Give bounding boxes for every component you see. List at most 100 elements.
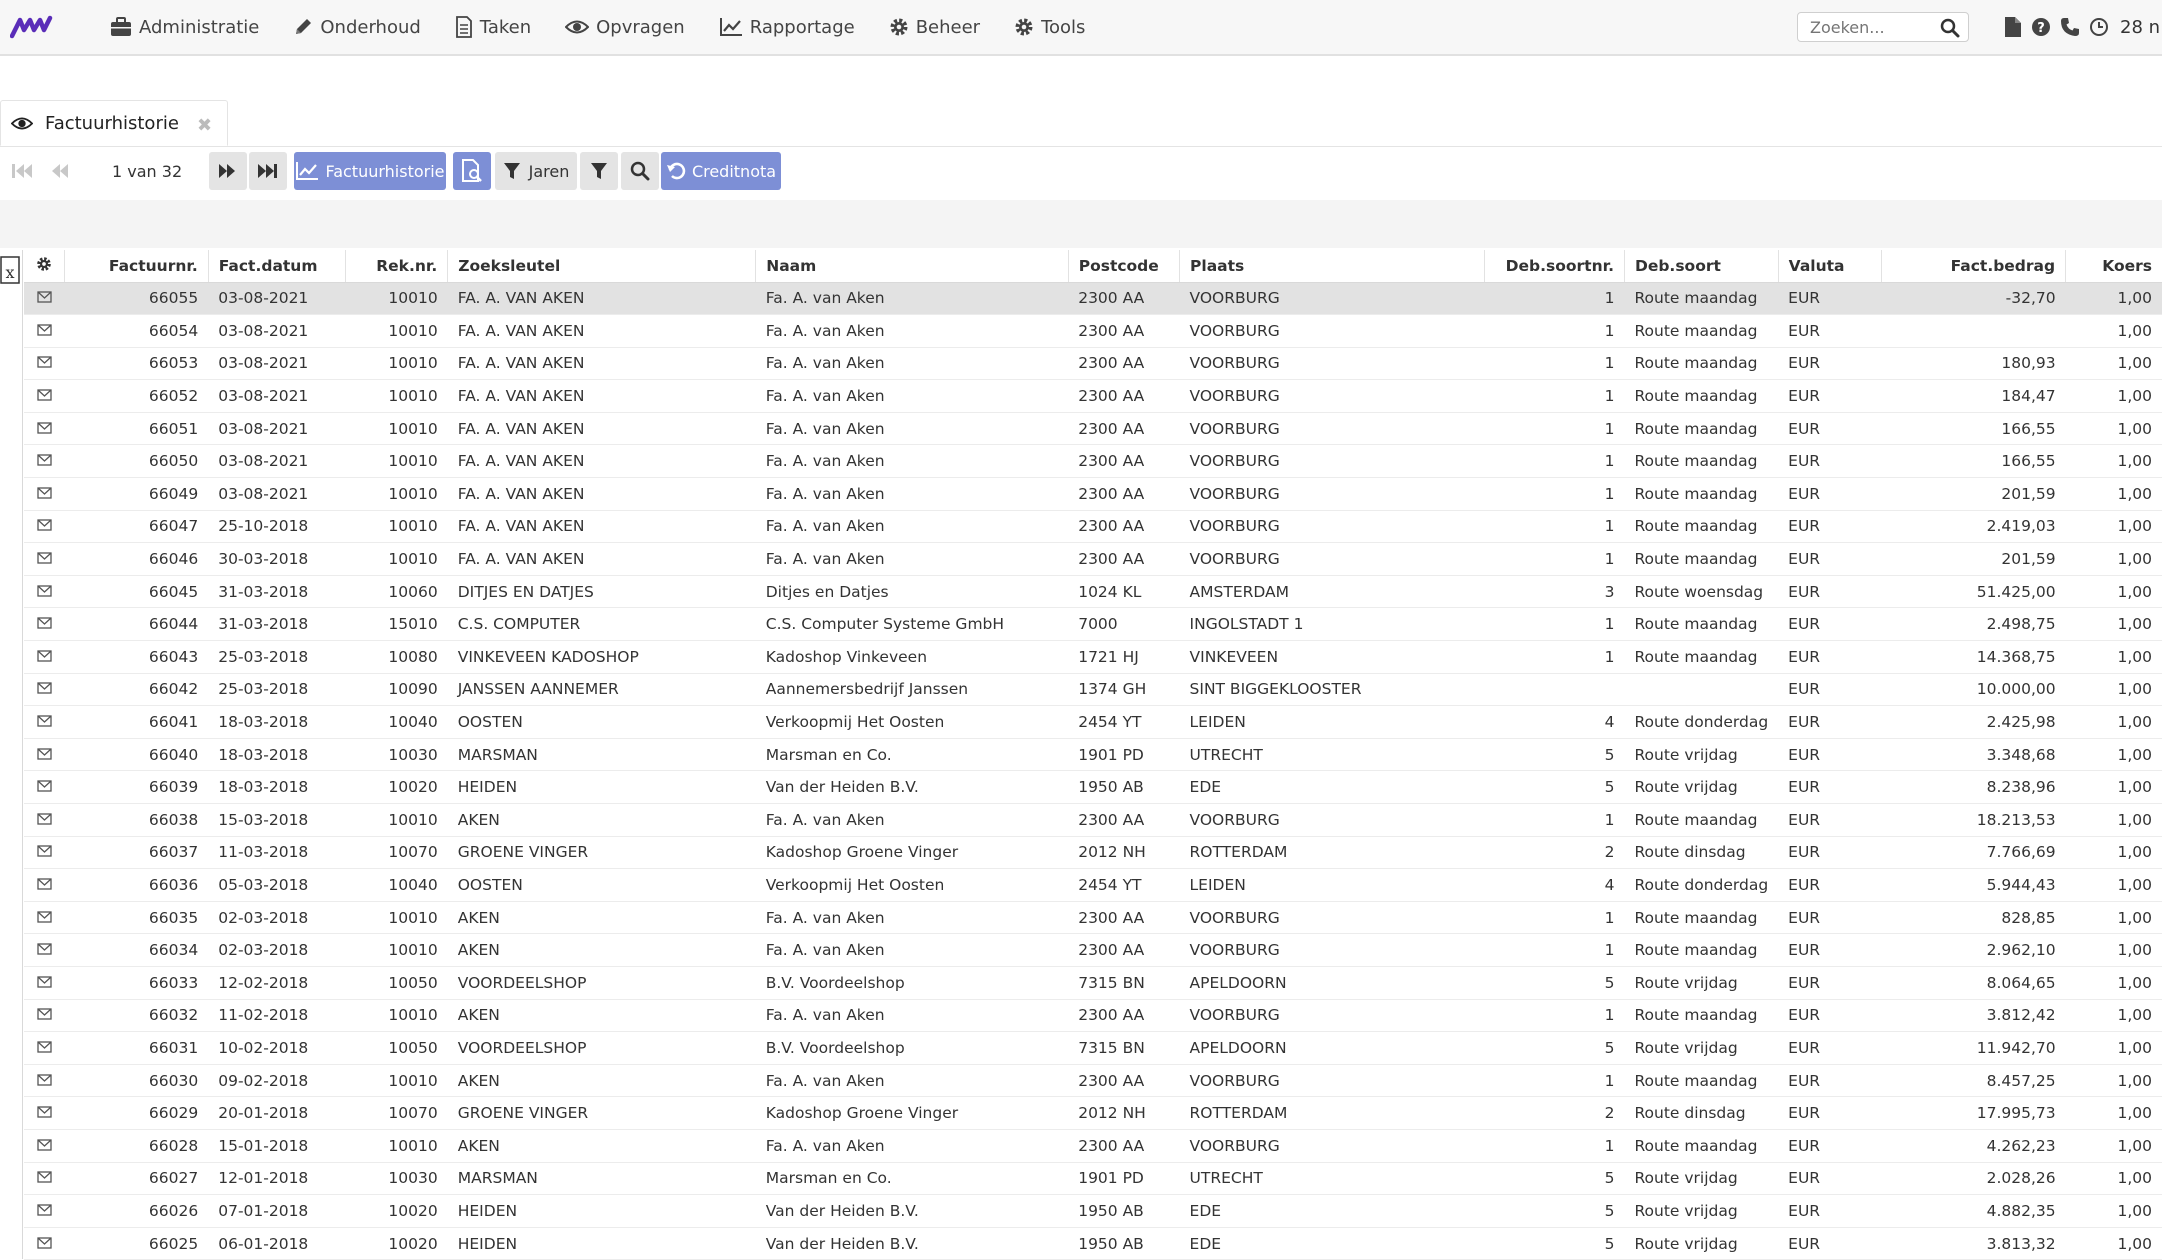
- tab-factuurhistorie[interactable]: Factuurhistorie ✖: [0, 100, 228, 146]
- email-invoice-cell[interactable]: [24, 314, 65, 348]
- search-button[interactable]: [621, 152, 659, 190]
- email-invoice-cell[interactable]: [24, 542, 65, 576]
- table-row[interactable]: 66043 25-03-2018 10080 VINKEVEEN KADOSHOP Ka…: [24, 640, 2162, 674]
- email-invoice-cell[interactable]: [24, 640, 65, 674]
- column-header-factuurnr[interactable]: Factuurnr.: [64, 250, 209, 283]
- email-invoice-cell[interactable]: [24, 282, 65, 316]
- column-header-postcode[interactable]: Postcode: [1068, 250, 1181, 283]
- email-invoice-cell[interactable]: [24, 1064, 65, 1098]
- last-page-button[interactable]: [249, 152, 287, 190]
- email-invoice-cell[interactable]: [24, 347, 65, 381]
- next-page-button[interactable]: [209, 152, 247, 190]
- column-header-deb-soort[interactable]: Deb.soort: [1624, 250, 1779, 283]
- menu-tools[interactable]: Tools: [1014, 17, 1085, 38]
- column-header-fact-bedrag[interactable]: Fact.bedrag: [1881, 250, 2067, 283]
- table-row[interactable]: 66031 10-02-2018 10050 VOORDEELSHOP B.V. Voo…: [24, 1031, 2162, 1065]
- column-header-koers[interactable]: Koers: [2065, 250, 2162, 283]
- table-row[interactable]: 66027 12-01-2018 10030 MARSMAN Marsman en Co…: [24, 1162, 2162, 1196]
- table-row[interactable]: 66028 15-01-2018 10010 AKEN Fa. A. van Aken 2…: [24, 1129, 2162, 1163]
- phone-icon[interactable]: [2060, 17, 2080, 37]
- menu-administratie[interactable]: Administratie: [110, 17, 259, 38]
- table-row[interactable]: 66041 18-03-2018 10040 OOSTEN Verkoopmij Het…: [24, 705, 2162, 739]
- email-invoice-cell[interactable]: [24, 575, 65, 609]
- table-row[interactable]: 66026 07-01-2018 10020 HEIDEN Van der Heiden…: [24, 1194, 2162, 1228]
- cell-valuta: EUR: [1778, 673, 1882, 707]
- menu-opvragen[interactable]: Opvragen: [565, 17, 685, 38]
- excel-export-icon[interactable]: x: [0, 256, 20, 284]
- email-invoice-cell[interactable]: [24, 770, 65, 804]
- search-icon[interactable]: [1940, 18, 1960, 38]
- table-row[interactable]: 66030 09-02-2018 10010 AKEN Fa. A. van Aken 2…: [24, 1064, 2162, 1098]
- email-invoice-cell[interactable]: [24, 1129, 65, 1163]
- email-invoice-cell[interactable]: [24, 836, 65, 870]
- email-invoice-cell[interactable]: [24, 379, 65, 413]
- menu-rapportage[interactable]: Rapportage: [719, 17, 855, 38]
- table-row[interactable]: 66047 25-10-2018 10010 FA. A. VAN AKEN Fa. A…: [24, 510, 2162, 544]
- email-invoice-cell[interactable]: [24, 933, 65, 967]
- table-row[interactable]: 66051 03-08-2021 10010 FA. A. VAN AKEN Fa. A…: [24, 412, 2162, 446]
- email-invoice-cell[interactable]: [24, 1162, 65, 1196]
- table-row[interactable]: 66039 18-03-2018 10020 HEIDEN Van der Heiden…: [24, 770, 2162, 804]
- first-page-button[interactable]: [6, 152, 38, 190]
- email-invoice-cell[interactable]: [24, 705, 65, 739]
- table-row[interactable]: 66037 11-03-2018 10070 GROENE VINGER Kadosho…: [24, 836, 2162, 870]
- email-invoice-cell[interactable]: [24, 1031, 65, 1065]
- menu-taken[interactable]: Taken: [455, 16, 531, 38]
- table-row[interactable]: 66054 03-08-2021 10010 FA. A. VAN AKEN Fa. A…: [24, 314, 2162, 348]
- menu-beheer[interactable]: Beheer: [889, 17, 980, 38]
- table-row[interactable]: 66050 03-08-2021 10010 FA. A. VAN AKEN Fa. A…: [24, 444, 2162, 479]
- email-invoice-cell[interactable]: [24, 1194, 65, 1228]
- app-logo[interactable]: [10, 14, 56, 40]
- column-header-naam[interactable]: Naam: [755, 250, 1069, 283]
- table-row[interactable]: 66040 18-03-2018 10030 MARSMAN Marsman en Co…: [24, 738, 2162, 772]
- table-row[interactable]: 66053 03-08-2021 10010 FA. A. VAN AKEN Fa. A…: [24, 347, 2162, 381]
- email-invoice-cell[interactable]: [24, 738, 65, 772]
- table-row[interactable]: 66052 03-08-2021 10010 FA. A. VAN AKEN Fa. A…: [24, 379, 2162, 413]
- table-row[interactable]: 66029 20-01-2018 10070 GROENE VINGER Kadosho…: [24, 1096, 2162, 1130]
- email-invoice-cell[interactable]: [24, 510, 65, 544]
- report-factuurhistorie-button[interactable]: Factuurhistorie: [294, 152, 446, 190]
- email-invoice-cell[interactable]: [24, 901, 65, 935]
- email-invoice-cell[interactable]: [24, 966, 65, 1000]
- column-header-valuta[interactable]: Valuta: [1778, 250, 1882, 283]
- table-row[interactable]: 66034 02-03-2018 10010 AKEN Fa. A. van Aken 2…: [24, 933, 2162, 967]
- table-row[interactable]: 66055 03-08-2021 10010 FA. A. VAN AKEN Fa. A…: [24, 282, 2162, 316]
- column-header-plaats[interactable]: Plaats: [1179, 250, 1485, 283]
- email-invoice-cell[interactable]: [24, 477, 65, 511]
- table-row[interactable]: 66044 31-03-2018 15010 C.S. COMPUTER C.S. Co…: [24, 607, 2162, 642]
- table-row[interactable]: 66046 30-03-2018 10010 FA. A. VAN AKEN Fa. A…: [24, 542, 2162, 576]
- email-invoice-cell[interactable]: [24, 868, 65, 902]
- column-header-zoeksleutel[interactable]: Zoeksleutel: [447, 250, 757, 283]
- table-row[interactable]: 66032 11-02-2018 10010 AKEN Fa. A. van Aken 2…: [24, 999, 2162, 1033]
- column-header-fact-datum[interactable]: Fact.datum: [208, 250, 346, 283]
- table-row[interactable]: 66033 12-02-2018 10050 VOORDEELSHOP B.V. Voo…: [24, 966, 2162, 1000]
- menu-onderhoud[interactable]: Onderhoud: [293, 17, 421, 38]
- years-filter-button[interactable]: Jaren: [495, 152, 577, 190]
- file-icon[interactable]: [2004, 16, 2022, 38]
- previous-page-button[interactable]: [44, 152, 76, 190]
- column-header-rek-nr[interactable]: Rek.nr.: [345, 250, 449, 283]
- table-row[interactable]: 66038 15-03-2018 10010 AKEN Fa. A. van Aken 2…: [24, 803, 2162, 837]
- email-invoice-cell[interactable]: [24, 673, 65, 707]
- email-invoice-cell[interactable]: [24, 1227, 65, 1260]
- search-input[interactable]: [1808, 17, 1932, 38]
- help-icon[interactable]: ?: [2031, 17, 2051, 37]
- document-preview-button[interactable]: [453, 152, 491, 190]
- email-invoice-cell[interactable]: [24, 1096, 65, 1130]
- table-row[interactable]: 66025 06-01-2018 10020 HEIDEN Van der Heiden…: [24, 1227, 2162, 1260]
- close-tab-icon[interactable]: ✖: [197, 115, 212, 136]
- table-row[interactable]: 66035 02-03-2018 10010 AKEN Fa. A. van Aken 2…: [24, 901, 2162, 935]
- email-invoice-cell[interactable]: [24, 803, 65, 837]
- table-row[interactable]: 66036 05-03-2018 10040 OOSTEN Verkoopmij Het…: [24, 868, 2162, 902]
- email-invoice-cell[interactable]: [24, 444, 65, 479]
- table-row[interactable]: 66049 03-08-2021 10010 FA. A. VAN AKEN Fa. A…: [24, 477, 2162, 511]
- table-row[interactable]: 66045 31-03-2018 10060 DITJES EN DATJES Ditj…: [24, 575, 2162, 609]
- email-invoice-cell[interactable]: [24, 607, 65, 642]
- email-invoice-cell[interactable]: [24, 412, 65, 446]
- column-header-deb-soortnr[interactable]: Deb.soortnr.: [1484, 250, 1625, 283]
- creditnota-button[interactable]: Creditnota: [661, 152, 781, 190]
- email-invoice-cell[interactable]: [24, 999, 65, 1033]
- column-settings-header[interactable]: [24, 250, 65, 283]
- table-row[interactable]: 66042 25-03-2018 10090 JANSSEN AANNEMER Aann…: [24, 673, 2162, 707]
- filter-button[interactable]: [580, 152, 618, 190]
